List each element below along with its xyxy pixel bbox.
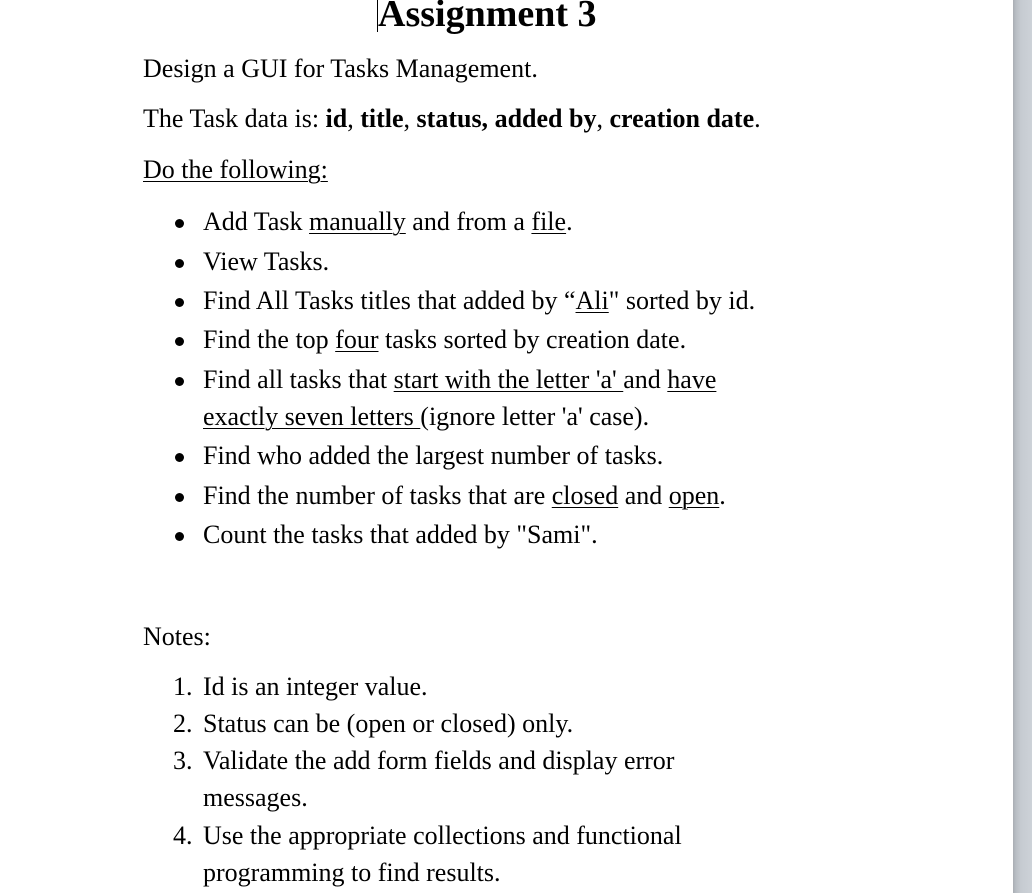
- text-run: .: [566, 207, 573, 236]
- underlined-text: start with the letter 'a': [393, 365, 624, 394]
- text-run: View Tasks.: [203, 247, 330, 276]
- list-item: Find All Tasks titles that added by “Ali…: [203, 286, 755, 316]
- underlined-text: exactly seven letters: [203, 402, 421, 431]
- field-id: id: [325, 104, 348, 133]
- sep: .: [754, 104, 761, 133]
- underlined-text: manually: [309, 207, 406, 236]
- bullet-icon: [175, 219, 184, 228]
- text-run: and: [623, 365, 668, 394]
- text-run: and: [618, 481, 669, 510]
- text-run: Count the tasks that added by "Sami".: [203, 520, 598, 549]
- note-item: Id is an integer value.: [203, 672, 428, 701]
- note-number: 1.: [173, 672, 193, 701]
- list-item-continuation: exactly seven letters (ignore letter 'a'…: [203, 402, 649, 432]
- text-run: Add Task: [203, 207, 310, 236]
- note-number: 4.: [173, 821, 193, 850]
- note-item-continuation: programming to find results.: [203, 858, 501, 887]
- notes-heading: Notes:: [143, 622, 211, 651]
- text-run: Find All Tasks titles that added by “: [203, 286, 576, 315]
- page-gutter: [1013, 0, 1032, 893]
- field-creation-date: creation date: [609, 104, 755, 133]
- sep: ,: [403, 104, 417, 133]
- note-number: 3.: [173, 746, 193, 775]
- text-run: Find who added the largest number of tas…: [203, 441, 664, 470]
- task-data-paragraph: The Task data is: id, title, status, add…: [143, 104, 761, 134]
- underlined-text: closed: [551, 481, 619, 510]
- document-page[interactable]: Assignment 3 Design a GUI for Tasks Mana…: [0, 0, 1013, 893]
- field-added-by: added by: [494, 104, 597, 133]
- list-item: Find who added the largest number of tas…: [203, 441, 663, 471]
- text-run: tasks sorted by creation date.: [378, 325, 687, 354]
- list-item: Find the top four tasks sorted by creati…: [203, 325, 686, 355]
- bullet-icon: [175, 493, 184, 502]
- underlined-text: Ali: [575, 286, 609, 315]
- underlined-text: four: [335, 325, 379, 354]
- note-item: Validate the add form fields and display…: [203, 746, 675, 775]
- list-item: Find all tasks that start with the lette…: [203, 365, 716, 395]
- note-item: Use the appropriate collections and func…: [203, 821, 682, 850]
- task-data-prefix: The Task data is:: [143, 104, 326, 133]
- bullet-icon: [175, 337, 184, 346]
- list-item: Find the number of tasks that are closed…: [203, 481, 726, 511]
- underlined-text: file: [531, 207, 567, 236]
- bullet-icon: [175, 377, 184, 386]
- note-item: Status can be (open or closed) only.: [203, 709, 574, 738]
- bullet-icon: [175, 453, 184, 462]
- underlined-text: have: [667, 365, 717, 394]
- sep: ,: [596, 104, 610, 133]
- text-run: .: [719, 481, 726, 510]
- bullet-icon: [175, 259, 184, 268]
- note-item-continuation: messages.: [203, 783, 308, 812]
- field-status: status,: [416, 104, 489, 133]
- underlined-text: open: [668, 481, 720, 510]
- list-item: Count the tasks that added by "Sami".: [203, 520, 598, 550]
- text-run: (ignore letter 'a' case).: [420, 402, 650, 431]
- bullet-icon: [175, 532, 184, 541]
- intro-paragraph: Design a GUI for Tasks Management.: [143, 54, 538, 83]
- document-title: Assignment 3: [378, 0, 597, 35]
- field-title: title: [360, 104, 404, 133]
- text-run: Find the number of tasks that are: [203, 481, 552, 510]
- text-run: Find the top: [203, 325, 336, 354]
- do-following-heading: Do the following:: [143, 155, 328, 184]
- bullet-icon: [175, 298, 184, 307]
- sep: ,: [347, 104, 361, 133]
- note-number: 2.: [173, 709, 193, 738]
- list-item: View Tasks.: [203, 247, 329, 277]
- text-run: and from a: [405, 207, 532, 236]
- text-run: Find all tasks that: [203, 365, 394, 394]
- list-item: Add Task manually and from a file.: [203, 207, 573, 237]
- text-run: " sorted by id.: [608, 286, 756, 315]
